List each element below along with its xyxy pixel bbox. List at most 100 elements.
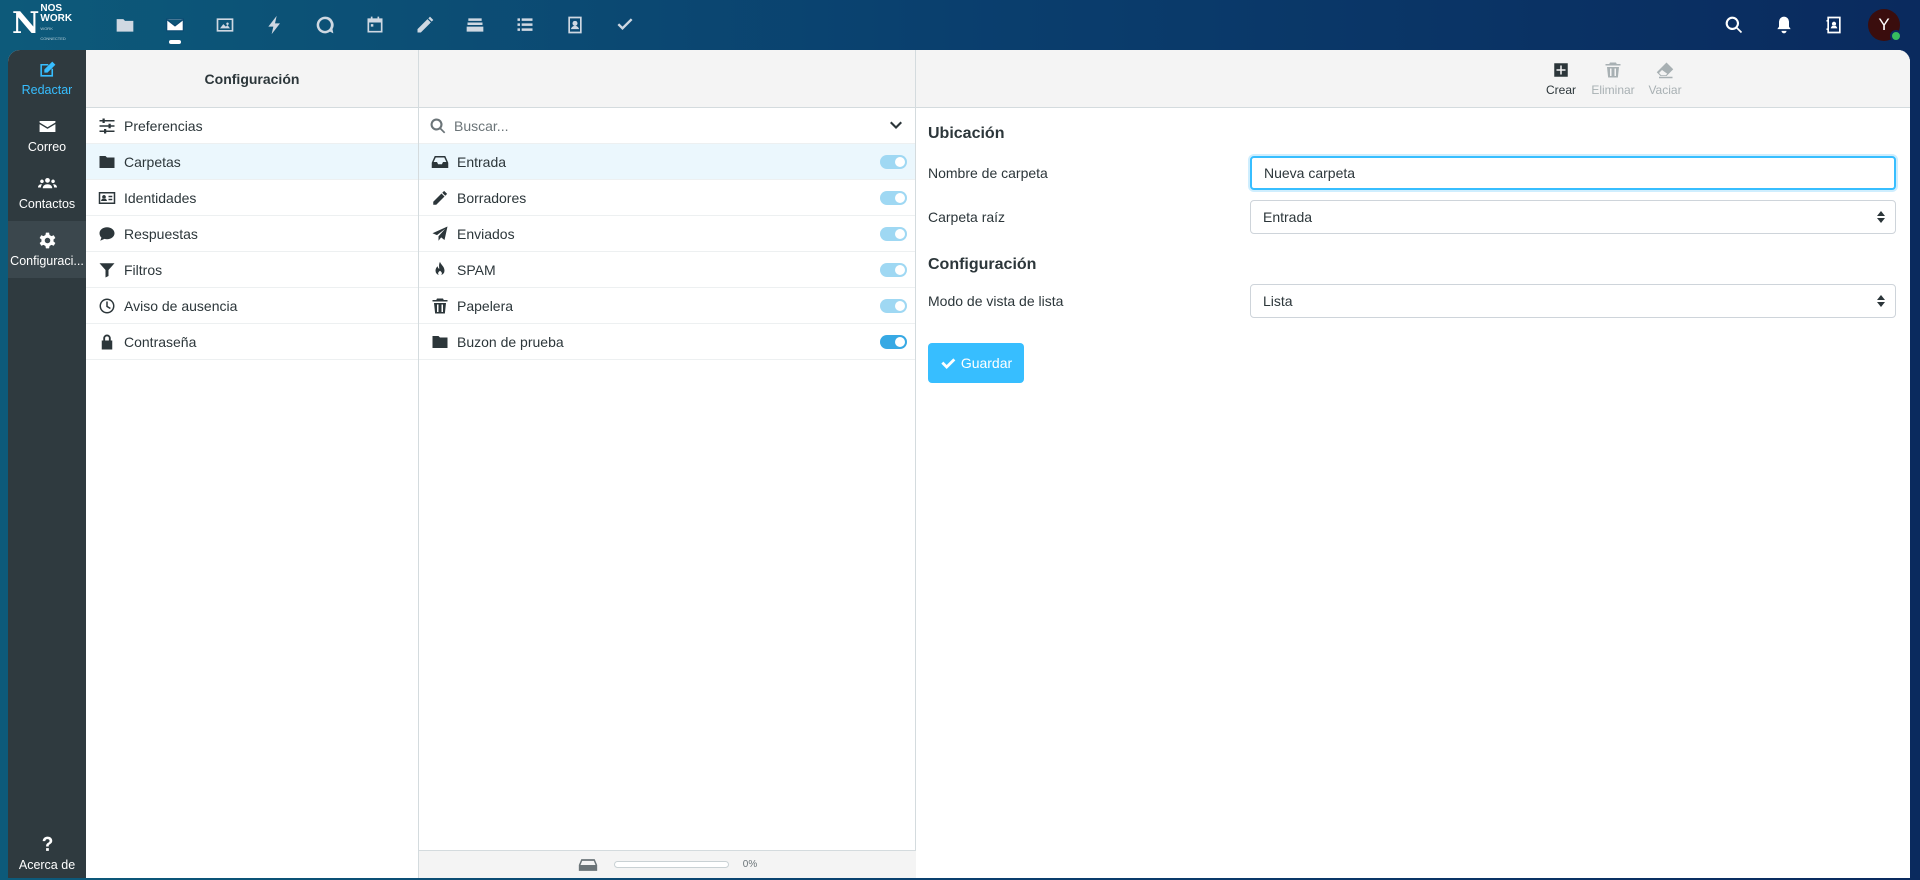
calendar-app-button[interactable] xyxy=(350,0,400,50)
photos-app-button[interactable] xyxy=(200,0,250,50)
checklist-app-button[interactable] xyxy=(600,0,650,50)
settings-item-label: Filtros xyxy=(124,261,163,278)
folder-label: SPAM xyxy=(457,261,496,278)
config-section-title: Configuración xyxy=(928,256,1037,273)
save-label: Guardar xyxy=(960,355,1013,371)
view-mode-label: Modo de vista de lista xyxy=(928,293,1064,309)
files-app-button[interactable] xyxy=(100,0,150,50)
envelope-icon xyxy=(166,18,184,32)
folder-name-label: Nombre de carpeta xyxy=(928,165,1048,181)
delete-label: Eliminar xyxy=(1591,82,1635,97)
brand-tagline: WORK CONNECTED xyxy=(40,26,66,41)
parent-folder-value: Entrada xyxy=(1263,209,1313,225)
online-status-dot xyxy=(1890,30,1902,42)
top-bar: N NOS WORK WORK CONNECTED Y xyxy=(0,0,1920,50)
delete-folder-button[interactable]: Eliminar xyxy=(1587,50,1639,107)
paper-plane-icon xyxy=(432,226,448,241)
folder-label: Buzon de prueba xyxy=(457,333,564,350)
search-icon xyxy=(430,118,446,133)
activity-app-button[interactable] xyxy=(250,0,300,50)
notifications-button[interactable] xyxy=(1759,0,1809,50)
contact-card-icon xyxy=(568,16,582,34)
save-button[interactable]: Guardar xyxy=(928,343,1024,383)
settings-item-identities[interactable]: Identidades xyxy=(86,180,418,216)
address-book-icon xyxy=(1826,16,1841,34)
settings-nav-item[interactable]: Configuraci... xyxy=(8,221,86,278)
check-icon xyxy=(941,358,956,369)
folder-row-trash[interactable]: Papelera xyxy=(419,288,915,324)
subscribe-toggle[interactable] xyxy=(880,190,907,205)
layers-icon xyxy=(466,18,484,32)
settings-item-filters[interactable]: Filtros xyxy=(86,252,418,288)
search-icon xyxy=(1725,16,1743,34)
settings-item-vacation[interactable]: Aviso de ausencia xyxy=(86,288,418,324)
folders-list-panel: Buscar... Entrada Borradores Enviados SP… xyxy=(419,50,916,878)
folder-search-bar[interactable]: Buscar... xyxy=(419,108,915,144)
subscribe-toggle[interactable] xyxy=(880,226,907,241)
mail-app-button[interactable] xyxy=(150,0,200,50)
folder-search-input[interactable]: Buscar... xyxy=(454,118,887,134)
talk-app-button[interactable] xyxy=(300,0,350,50)
compose-button[interactable]: Redactar xyxy=(8,50,86,107)
avatar-initial: Y xyxy=(1878,15,1890,34)
folder-row-inbox[interactable]: Entrada xyxy=(419,144,915,180)
folder-name-input[interactable]: Nueva carpeta xyxy=(1250,156,1896,190)
chevron-down-icon[interactable] xyxy=(887,117,905,135)
subscribe-toggle[interactable] xyxy=(880,262,907,277)
settings-item-label: Respuestas xyxy=(124,225,198,242)
nos-work-logo[interactable]: N NOS WORK WORK CONNECTED xyxy=(12,4,78,42)
folders-panel-header xyxy=(419,50,915,108)
user-avatar[interactable]: Y xyxy=(1868,9,1902,42)
parent-folder-select[interactable]: Entrada xyxy=(1250,200,1896,234)
folder-row-spam[interactable]: SPAM xyxy=(419,252,915,288)
tasks-app-button[interactable] xyxy=(500,0,550,50)
contacts-app-button[interactable] xyxy=(550,0,600,50)
about-nav-item[interactable]: Acerca de xyxy=(8,828,86,878)
id-card-icon xyxy=(98,191,116,204)
settings-item-responses[interactable]: Respuestas xyxy=(86,216,418,252)
settings-item-password[interactable]: Contraseña xyxy=(86,324,418,360)
create-folder-button[interactable]: Crear xyxy=(1535,50,1587,107)
filter-icon xyxy=(99,262,115,277)
folder-toolbar: Crear Eliminar Vaciar xyxy=(916,50,1910,108)
settings-item-preferences[interactable]: Preferencias xyxy=(86,108,418,144)
subscribe-toggle[interactable] xyxy=(880,334,907,349)
subscribe-toggle[interactable] xyxy=(880,154,907,169)
bell-icon xyxy=(1777,16,1791,34)
contacts-nav-item[interactable]: Contactos xyxy=(8,164,86,221)
folder-name-row: Nombre de carpeta Nueva carpeta xyxy=(928,151,1898,195)
notes-app-button[interactable] xyxy=(400,0,450,50)
image-icon xyxy=(216,18,234,32)
view-mode-select[interactable]: Lista xyxy=(1250,284,1896,318)
folder-edit-panel: Crear Eliminar Vaciar Ubicación Nombre d… xyxy=(916,50,1910,878)
empty-folder-button[interactable]: Vaciar xyxy=(1639,50,1691,107)
deck-app-button[interactable] xyxy=(450,0,500,50)
folder-name-value: Nueva carpeta xyxy=(1264,165,1356,181)
folder-label: Borradores xyxy=(457,189,527,206)
question-icon xyxy=(42,836,52,851)
top-right-actions: Y xyxy=(1709,0,1920,50)
global-search-button[interactable] xyxy=(1709,0,1759,50)
folder-icon xyxy=(432,335,448,348)
app-frame: Redactar Correo Contactos Configuraci...… xyxy=(8,50,1910,878)
subscribe-toggle[interactable] xyxy=(880,298,907,313)
folder-row-drafts[interactable]: Borradores xyxy=(419,180,915,216)
pencil-icon xyxy=(433,190,448,205)
pencil-icon xyxy=(417,16,434,33)
contacts-menu-button[interactable] xyxy=(1809,0,1859,50)
parent-folder-label: Carpeta raíz xyxy=(928,209,1006,225)
folder-row-test-mailbox[interactable]: Buzon de prueba xyxy=(419,324,915,360)
settings-item-label: Contraseña xyxy=(124,333,197,350)
bolt-icon xyxy=(268,15,280,35)
comment-icon xyxy=(99,226,115,241)
settings-item-label: Aviso de ausencia xyxy=(124,297,238,314)
about-label: Acerca de xyxy=(18,857,76,872)
mail-nav-item[interactable]: Correo xyxy=(8,107,86,164)
create-label: Crear xyxy=(1545,82,1576,97)
settings-item-folders[interactable]: Carpetas xyxy=(86,144,418,180)
trash-icon xyxy=(432,298,448,313)
check-icon xyxy=(617,18,633,30)
eraser-icon xyxy=(1656,62,1674,78)
envelope-icon xyxy=(39,120,55,133)
folder-row-sent[interactable]: Enviados xyxy=(419,216,915,252)
